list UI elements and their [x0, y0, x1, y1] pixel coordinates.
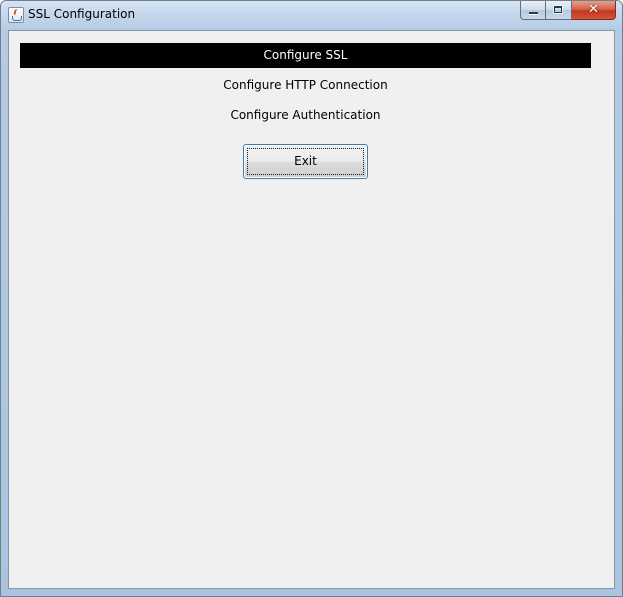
title-bar[interactable]: SSL Configuration ✕ — [1, 1, 622, 29]
maximize-button[interactable] — [546, 1, 572, 20]
minimize-icon — [529, 12, 538, 14]
configure-authentication-item[interactable]: Configure Authentication — [20, 103, 591, 128]
configure-http-connection-item[interactable]: Configure HTTP Connection — [20, 73, 591, 98]
maximize-icon — [554, 6, 562, 13]
exit-button[interactable]: Exit — [243, 144, 368, 179]
content-panel: Configure SSL Configure HTTP Connection … — [8, 30, 615, 589]
caption-buttons: ✕ — [520, 1, 616, 21]
window-title: SSL Configuration — [28, 7, 136, 21]
application-window: SSL Configuration ✕ Configure SSL Config… — [0, 0, 623, 597]
close-icon: ✕ — [588, 2, 599, 17]
close-button[interactable]: ✕ — [572, 1, 616, 20]
minimize-button[interactable] — [520, 1, 546, 20]
configure-ssl-item[interactable]: Configure SSL — [20, 43, 591, 68]
java-icon[interactable] — [8, 7, 24, 23]
exit-button-label: Exit — [294, 154, 317, 168]
